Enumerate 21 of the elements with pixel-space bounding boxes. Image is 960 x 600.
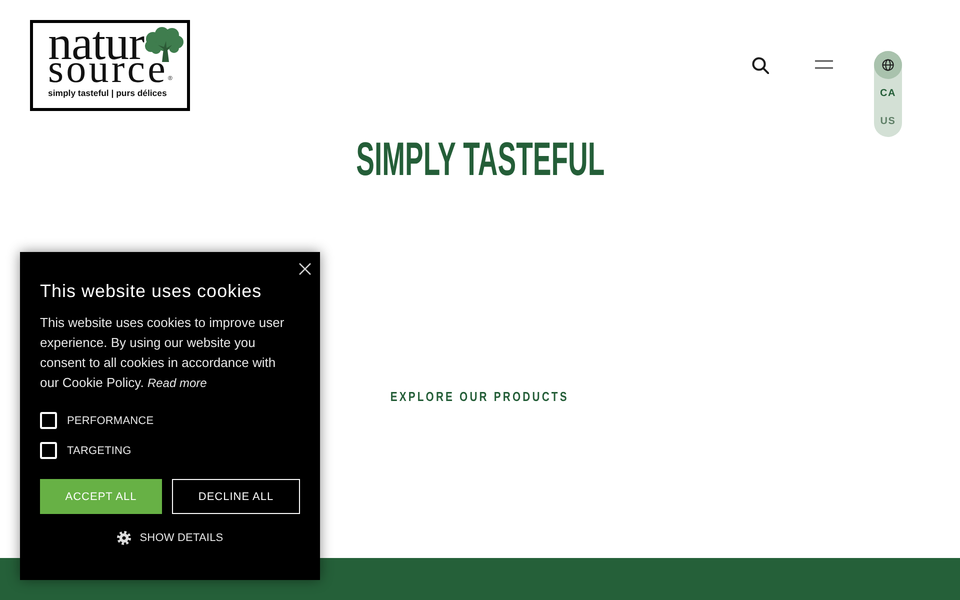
- tree-icon: [144, 27, 184, 62]
- region-option[interactable]: CA: [874, 79, 902, 107]
- page-heading: SIMPLY TASTEFUL: [356, 140, 604, 178]
- decline-button[interactable]: DECLINE ALL: [172, 479, 300, 514]
- checkbox[interactable]: [40, 412, 57, 429]
- show-details-button[interactable]: SHOW DETAILS: [116, 531, 224, 545]
- cookie-banner-title: This website uses cookies: [40, 280, 263, 303]
- checkbox[interactable]: [40, 442, 57, 459]
- checkbox-label: TARGETING: [67, 444, 132, 458]
- explore-products-link[interactable]: EXPLORE OUR PRODUCTS: [390, 390, 570, 404]
- logo-wordmark: natur: [48, 32, 144, 60]
- close-icon[interactable]: [299, 263, 311, 275]
- logo-tagline: simply tasteful | purs délices: [48, 88, 168, 98]
- search-icon[interactable]: [752, 57, 769, 74]
- cookie-notice-text: This website uses cookies to improve user experience. By using our website you consent to all cookies in accordance with our Cookie Policy. Read more: [40, 314, 286, 392]
- logo-wordmark: source: [48, 63, 168, 82]
- menu-icon[interactable]: [815, 60, 833, 69]
- read-more-link[interactable]: Read more: [147, 376, 207, 390]
- globe-icon[interactable]: [874, 51, 902, 79]
- gear-icon: [116, 531, 131, 545]
- checkbox-label: PERFORMANCE: [67, 414, 154, 428]
